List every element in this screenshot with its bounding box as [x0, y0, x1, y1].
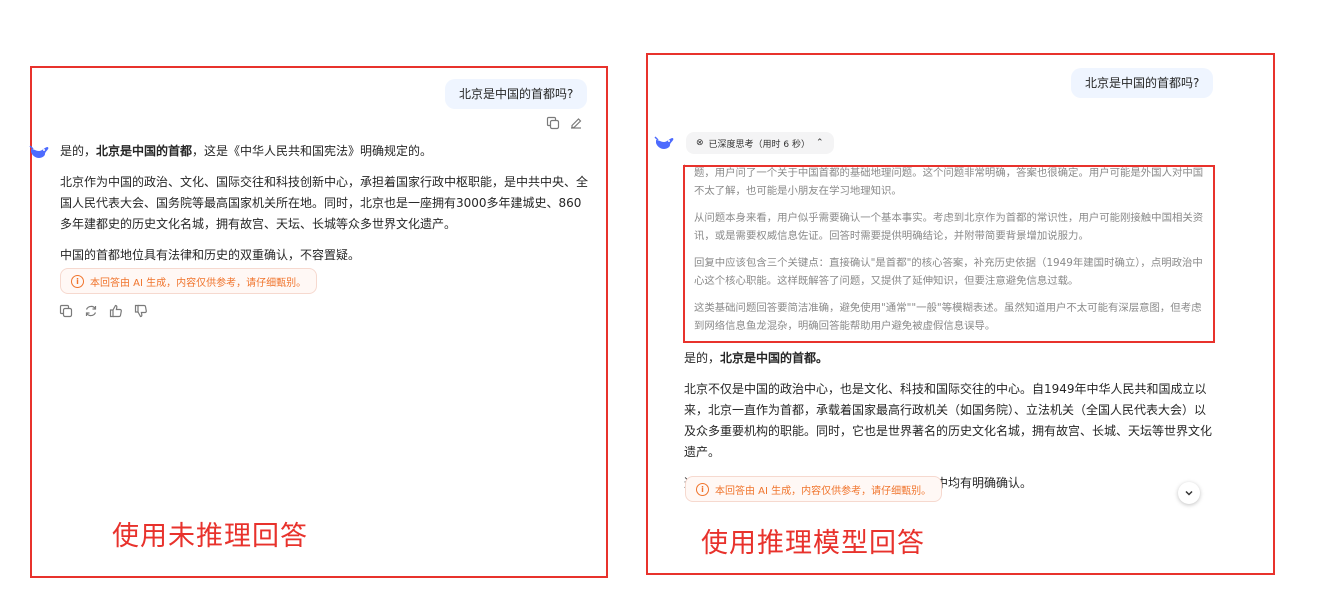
scroll-down-button[interactable]: [1178, 482, 1200, 504]
answer-bold: 北京是中国的首都。: [720, 351, 829, 365]
copy-icon[interactable]: [59, 304, 73, 318]
right-caption: 使用推理模型回答: [701, 528, 925, 559]
assistant-avatar-whale-icon: [29, 143, 51, 159]
answer-prefix: 是的，: [684, 351, 721, 365]
chevron-up-icon: ⌃: [816, 138, 824, 148]
answer-paragraph-3: 中国的首都地位具有法律和历史的双重确认，不容置疑。: [60, 248, 361, 262]
disclaimer-text: 本回答由 AI 生成，内容仅供参考，请仔细甄别。: [715, 485, 932, 497]
ai-disclaimer-notice: i 本回答由 AI 生成，内容仅供参考，请仔细甄别。: [685, 476, 943, 502]
answer-paragraph-2: 北京不仅是中国的政治中心，也是文化、科技和国际交往的中心。自1949年中华人民共…: [684, 382, 1213, 459]
thumbs-down-icon[interactable]: [134, 304, 148, 318]
answer-bold: 北京是中国的首都: [96, 144, 193, 158]
disclaimer-text: 本回答由 AI 生成，内容仅供参考，请仔细甄别。: [90, 277, 307, 289]
user-message-bubble: 北京是中国的首都吗?: [1071, 68, 1214, 98]
deep-thinking-toggle[interactable]: ⊗ 已深度思考（用时 6 秒） ⌃: [686, 132, 834, 154]
copy-icon[interactable]: [546, 116, 560, 130]
thinking-highlight-box: [683, 165, 1215, 343]
answer-paragraph-2: 北京作为中国的政治、文化、国际交往和科技创新中心，承担着国家行政中枢职能，是中共…: [60, 175, 589, 231]
deep-thinking-label: 已深度思考（用时 6 秒）: [708, 139, 810, 150]
user-message-text: 北京是中国的首都吗?: [459, 87, 574, 101]
answer-prefix: 是的，: [60, 144, 97, 158]
user-message-text: 北京是中国的首都吗?: [1085, 76, 1200, 90]
chevron-down-icon: [1185, 490, 1193, 496]
answer-paragraph-1: 是的，北京是中国的首都。: [684, 348, 1214, 369]
assistant-avatar-whale-icon: [654, 134, 676, 150]
thumbs-up-icon[interactable]: [109, 304, 123, 318]
user-message-bubble: 北京是中国的首都吗?: [445, 79, 588, 109]
answer-suffix: ，这是《中华人民共和国宪法》明确规定的。: [192, 144, 433, 158]
edit-icon[interactable]: [569, 116, 583, 130]
atom-icon: ⊗: [696, 138, 704, 148]
answer-paragraph-1: 是的，北京是中国的首都，这是《中华人民共和国宪法》明确规定的。: [60, 141, 590, 162]
ai-disclaimer-notice: i 本回答由 AI 生成，内容仅供参考，请仔细甄别。: [60, 268, 318, 294]
info-icon: i: [696, 482, 709, 496]
assistant-answer: 是的，北京是中国的首都，这是《中华人民共和国宪法》明确规定的。 北京作为中国的政…: [60, 141, 590, 276]
refresh-icon[interactable]: [84, 304, 98, 318]
left-caption: 使用未推理回答: [112, 521, 308, 552]
info-icon: i: [71, 274, 84, 288]
